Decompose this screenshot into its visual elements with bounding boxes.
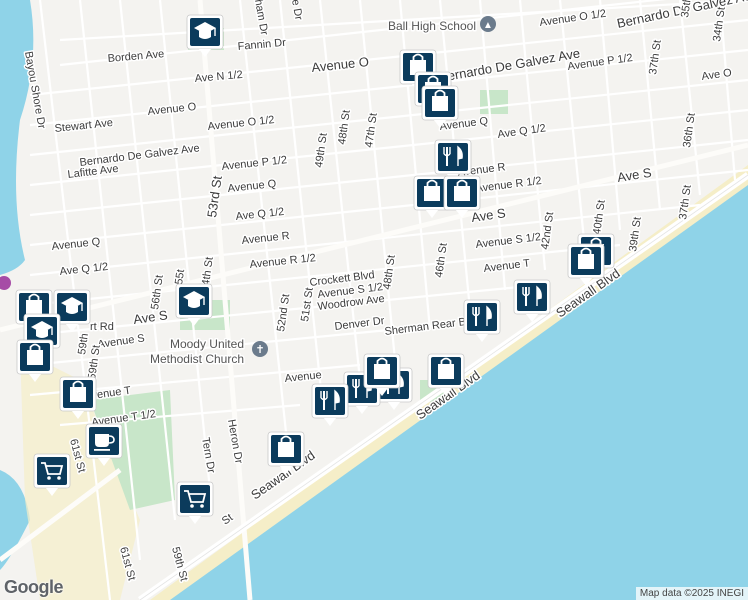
street-label: 55t	[173, 269, 187, 286]
svg-text:▲: ▲	[483, 20, 493, 31]
svg-text:✝: ✝	[255, 343, 264, 356]
map-canvas[interactable]: Avenue O 1/2 Bernardo De Galvez Ave Fann…	[0, 0, 748, 600]
map-attribution[interactable]: Map data ©2025 INEGI	[635, 587, 748, 600]
poi-label-moody-church[interactable]: Moody United	[168, 336, 245, 353]
park-area	[480, 90, 508, 114]
google-logo: Google	[4, 577, 64, 597]
street-label: rt Rd	[90, 321, 114, 333]
poi-label-ball-high-school[interactable]: Ball High School	[386, 18, 477, 35]
poi-label-moody-church[interactable]: Methodist Church	[148, 351, 245, 368]
